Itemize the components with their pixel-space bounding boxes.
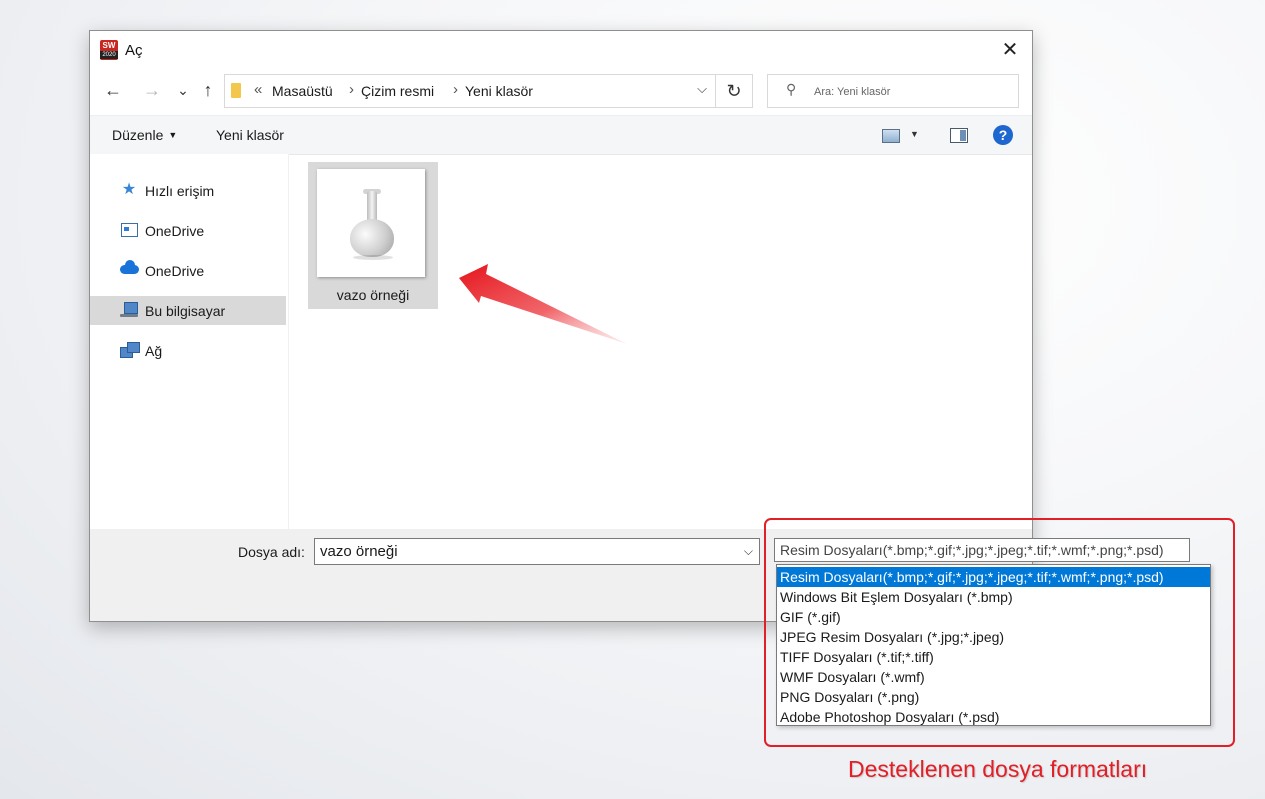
chevron-down-icon[interactable]: ⌵ [744, 544, 753, 559]
breadcrumb-separator-icon[interactable]: › [349, 81, 354, 98]
breadcrumb-cizim-resmi[interactable]: Çizim resmi [361, 83, 434, 99]
forward-button[interactable]: → [141, 79, 163, 101]
title-bar: SW 2020 Aç ✕ [90, 31, 1032, 69]
address-bar[interactable]: « Masaüstü › Çizim resmi › Yeni klasör ⌵ [224, 74, 716, 108]
forward-arrow-icon: → [143, 80, 161, 100]
up-arrow-icon: ↑ [203, 80, 213, 100]
caret-down-icon[interactable]: ▼ [910, 129, 919, 139]
help-icon[interactable]: ? [993, 125, 1013, 145]
computer-icon [120, 302, 138, 318]
new-folder-button[interactable]: Yeni klasör [216, 127, 284, 143]
sidebar-item-quick-access[interactable]: ★ Hızlı erişim [90, 176, 286, 205]
view-options-icon[interactable] [882, 129, 900, 143]
filename-field[interactable]: vazo örneği ⌵ [314, 538, 760, 565]
back-arrow-icon: ← [104, 80, 122, 100]
sidebar-item-this-pc[interactable]: Bu bilgisayar [90, 296, 286, 325]
navigation-bar: ← → ⌄ ↑ « Masaüstü › Çizim resmi › Yeni … [90, 71, 1032, 111]
sidebar-item-label: Bu bilgisayar [145, 303, 226, 319]
recent-locations-button[interactable]: ⌄ [172, 79, 194, 101]
chevron-down-icon[interactable]: ⌵ [697, 81, 707, 97]
file-list: vazo örneği [289, 154, 1031, 529]
organize-button[interactable]: Düzenle ▼ [112, 127, 177, 143]
vase-thumbnail [317, 169, 425, 277]
filename-value: vazo örneği [320, 543, 398, 560]
onedrive-window-icon [120, 222, 138, 238]
chevron-down-icon: ⌄ [177, 82, 189, 98]
command-bar: Düzenle ▼ Yeni klasör ▼ ? [90, 115, 1032, 155]
search-box[interactable]: ⚲ [767, 74, 1019, 108]
navigation-pane: ★ Hızlı erişim OneDrive OneDrive Bu bilg… [90, 154, 288, 529]
breadcrumb-separator-icon[interactable]: › [453, 81, 458, 98]
refresh-button[interactable]: ↻ [716, 74, 753, 108]
file-name: vazo örneği [336, 287, 410, 303]
refresh-icon: ↻ [726, 81, 742, 101]
star-icon: ★ [121, 181, 137, 198]
window-title: Aç [125, 42, 143, 59]
red-arrow-annotation [459, 264, 627, 344]
preview-pane-icon[interactable] [950, 128, 968, 143]
file-item[interactable]: vazo örneği [308, 162, 438, 309]
highlight-annotation-box [764, 518, 1235, 747]
search-icon: ⚲ [786, 81, 797, 97]
folder-icon [231, 83, 241, 98]
app-icon-text: SW [102, 41, 116, 50]
cloud-icon [120, 260, 139, 278]
back-button[interactable]: ← [102, 79, 124, 101]
up-button[interactable]: ↑ [197, 79, 219, 101]
sidebar-item-onedrive-personal[interactable]: OneDrive [90, 216, 286, 245]
annotation-caption: Desteklenen dosya formatları [848, 756, 1148, 782]
filename-label: Dosya adı: [238, 544, 305, 560]
close-button[interactable]: ✕ [988, 31, 1032, 69]
sidebar-item-label: OneDrive [145, 263, 205, 279]
sidebar-item-label: Hızlı erişim [145, 183, 215, 199]
close-icon: ✕ [1001, 39, 1019, 61]
sidebar-item-label: Ağ [145, 343, 163, 359]
breadcrumb-overflow-icon[interactable]: « [254, 81, 262, 98]
sidebar-item-onedrive[interactable]: OneDrive [90, 256, 286, 285]
caret-down-icon: ▼ [168, 130, 178, 140]
search-input[interactable] [812, 82, 1006, 102]
breadcrumb-yeni-klasor[interactable]: Yeni klasör [465, 83, 533, 99]
network-icon [120, 342, 140, 358]
breadcrumb-masaustu[interactable]: Masaüstü [272, 83, 333, 99]
sidebar-item-label: OneDrive [145, 223, 205, 239]
app-icon-year: 2020 [100, 51, 118, 59]
organize-label: Düzenle [112, 127, 164, 143]
sidebar-item-network[interactable]: Ağ [90, 336, 286, 365]
solidworks-app-icon: SW 2020 [100, 40, 118, 60]
